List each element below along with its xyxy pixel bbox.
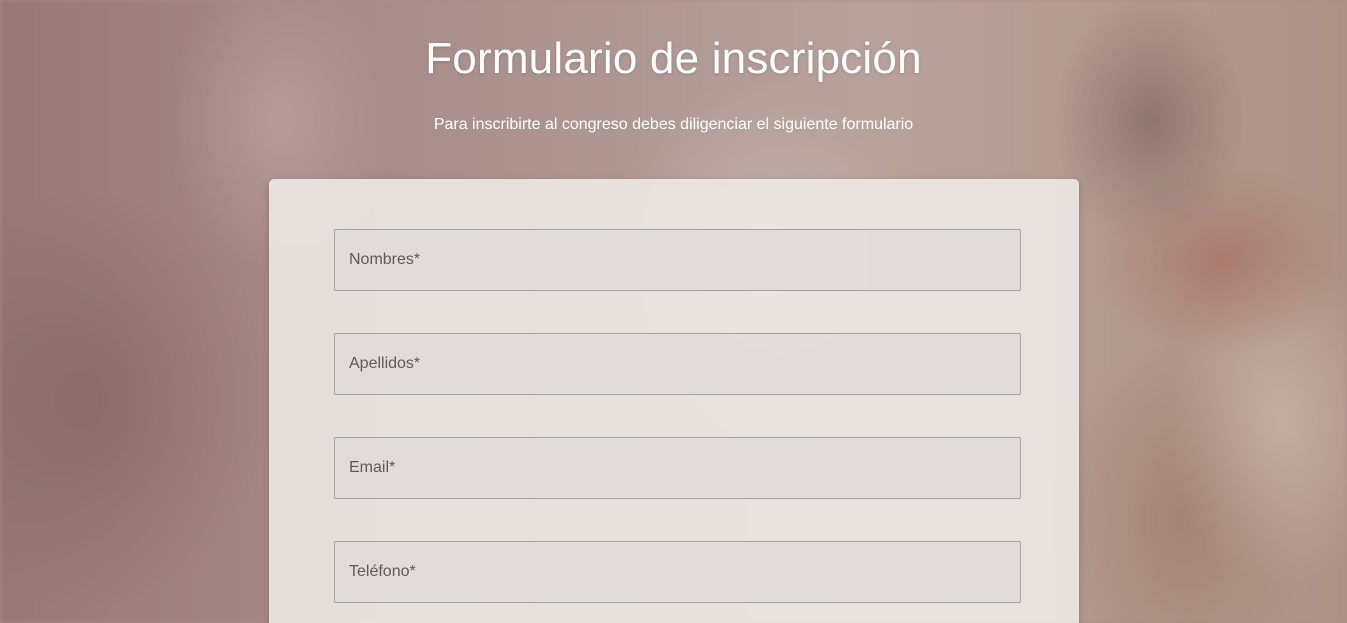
email-input[interactable] (334, 437, 1021, 499)
phone-input[interactable] (334, 541, 1021, 603)
last-name-input[interactable] (334, 333, 1021, 395)
page-title: Formulario de inscripción (425, 34, 922, 83)
registration-page: Formulario de inscripción Para inscribir… (0, 0, 1347, 623)
first-name-input[interactable] (334, 229, 1021, 291)
page-subtitle: Para inscribirte al congreso debes dilig… (433, 116, 914, 133)
registration-form (269, 179, 1079, 623)
